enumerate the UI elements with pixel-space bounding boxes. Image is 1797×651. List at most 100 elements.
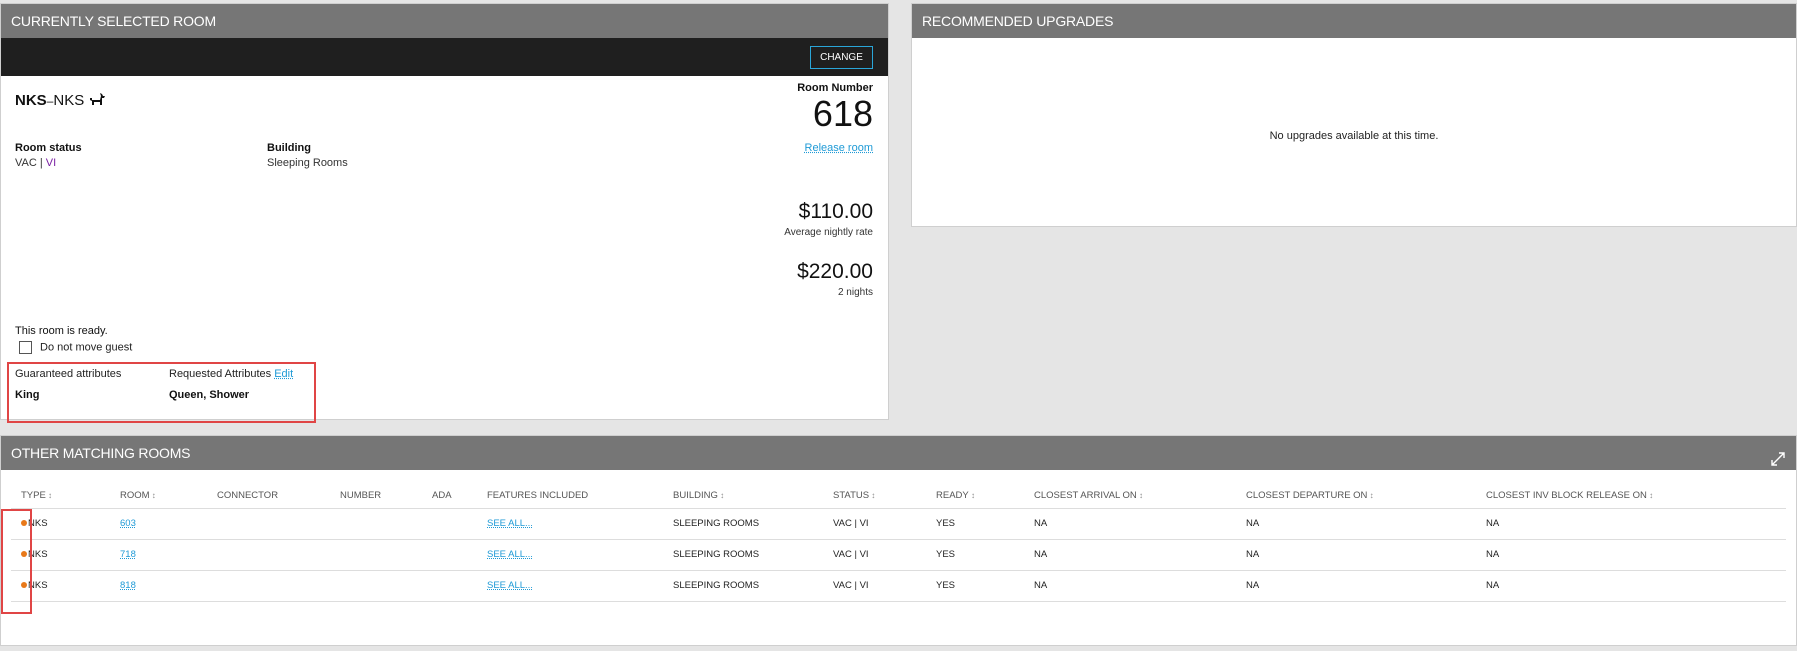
column-header-label: ROOM [120,490,150,502]
release-room-link[interactable]: Release room [805,142,873,154]
cell-release: NA [1476,570,1786,602]
cell-building: SLEEPING ROOMS [663,539,823,571]
cell-ready: YES [926,570,1024,602]
no-upgrades-message: No upgrades available at this time. [1269,130,1439,142]
table-row[interactable]: NKS 818 SEE ALL... SLEEPING ROOMS VAC | VI YE… [11,570,1786,602]
sort-icon[interactable]: ↕ [969,491,975,500]
sort-icon[interactable]: ↕ [869,491,875,500]
column-header-label: BUILDING [673,490,718,502]
see-all-features-link[interactable]: SEE ALL... [487,518,533,529]
table-header-row: TYPE ↕ ROOM ↕ CONNECTOR NUMBER ADA FEATURES I… [11,484,1786,509]
room-status-label: Room status [15,142,82,154]
cell-number [330,539,422,571]
column-header-building[interactable]: BUILDING ↕ [663,484,823,509]
table-row[interactable]: NKS 718 SEE ALL... SLEEPING ROOMS VAC | VI YE… [11,539,1786,571]
column-header-features-included: FEATURES INCLUDED [477,484,663,509]
room-number: 618 [812,93,873,134]
cell-connector [207,570,330,602]
room-status: Room status VAC | VI [15,142,82,169]
cell-arrival: NA [1024,508,1236,540]
panel-header: OTHER MATCHING ROOMS [1,436,1796,470]
do-not-move-checkbox[interactable] [19,341,32,354]
nights-label: 2 nights [837,287,873,298]
panel-title: OTHER MATCHING ROOMS [11,445,191,461]
column-header-label: CLOSEST INV BLOCK RELEASE ON [1486,490,1647,502]
column-header-label: READY [936,490,969,502]
attributes-highlight-box [7,362,316,423]
see-all-features-link[interactable]: SEE ALL... [487,580,533,591]
column-header-room[interactable]: ROOM ↕ [110,484,207,509]
building: Building Sleeping Rooms [267,142,348,169]
currently-selected-room-panel: CURRENTLY SELECTED ROOM CHANGE NKS–NKS R… [0,3,889,420]
column-header-status[interactable]: STATUS ↕ [823,484,926,509]
cell-ada [422,570,477,602]
cell-status: VAC | VI [823,539,926,571]
cell-features: SEE ALL... [477,539,663,571]
cell-room: 603 [110,508,207,540]
cell-arrival: NA [1024,570,1236,602]
column-header-closest-inv-block-release-on[interactable]: CLOSEST INV BLOCK RELEASE ON ↕ [1476,484,1786,509]
sort-icon[interactable]: ↕ [718,491,724,500]
column-header-number: NUMBER [330,484,422,509]
column-header-label: TYPE [21,490,46,502]
sort-icon[interactable]: ↕ [46,491,52,500]
column-header-label: NUMBER [340,490,382,502]
column-header-label: ADA [432,490,452,502]
recommended-upgrades-panel: RECOMMENDED UPGRADES No upgrades availab… [911,3,1797,227]
room-link[interactable]: 818 [120,580,136,591]
table-row[interactable]: NKS 603 SEE ALL... SLEEPING ROOMS VAC | VI YE… [11,508,1786,540]
column-header-ada: ADA [422,484,477,509]
room-link[interactable]: 603 [120,518,136,529]
room-number-block: Room Number 618 Release room [797,82,873,156]
cell-room: 718 [110,539,207,571]
building-label: Building [267,142,311,154]
change-button[interactable]: CHANGE [810,46,873,69]
column-header-closest-arrival-on[interactable]: CLOSEST ARRIVAL ON ↕ [1024,484,1236,509]
cell-ada [422,508,477,540]
cell-features: SEE ALL... [477,508,663,540]
column-header-connector: CONNECTOR [207,484,330,509]
average-rate-label: Average nightly rate [784,227,873,238]
building-value: Sleeping Rooms [267,157,348,169]
matching-rooms-table: TYPE ↕ ROOM ↕ CONNECTOR NUMBER ADA FEATURES I… [11,484,1786,602]
column-header-ready[interactable]: READY ↕ [926,484,1024,509]
table-body: NKS 603 SEE ALL... SLEEPING ROOMS VAC | VI YE… [11,508,1786,602]
cell-status: VAC | VI [823,508,926,540]
expand-icon[interactable] [1770,445,1786,479]
column-header-label: CLOSEST ARRIVAL ON [1034,490,1137,502]
cell-departure: NA [1236,570,1476,602]
room-link[interactable]: 718 [120,549,136,560]
column-header-label: CLOSEST DEPARTURE ON [1246,490,1368,502]
cell-release: NA [1476,539,1786,571]
sort-icon[interactable]: ↕ [1367,491,1374,500]
cell-departure: NA [1236,539,1476,571]
column-header-label: FEATURES INCLUDED [487,490,589,502]
cell-connector [207,508,330,540]
cell-number [330,570,422,602]
ready-text: This room is ready. [15,325,108,337]
cell-departure: NA [1236,508,1476,540]
cell-connector [207,539,330,571]
cell-building: SLEEPING ROOMS [663,508,823,540]
column-header-type[interactable]: TYPE ↕ [11,484,110,509]
cell-release: NA [1476,508,1786,540]
room-status-value: VAC | VI [15,157,57,169]
cell-arrival: NA [1024,539,1236,571]
panel-header: CURRENTLY SELECTED ROOM [1,4,888,38]
see-all-features-link[interactable]: SEE ALL... [487,549,533,560]
sort-icon[interactable]: ↕ [1647,491,1653,500]
sort-icon[interactable]: ↕ [1137,491,1143,500]
cell-room: 818 [110,570,207,602]
type-column-highlight-box [1,509,32,614]
cell-features: SEE ALL... [477,570,663,602]
total-rate: $220.00 [797,260,873,283]
average-rate-block: $110.00 Average nightly rate [784,200,873,238]
do-not-move-row: Do not move guest [19,341,132,354]
cell-number [330,508,422,540]
do-not-move-label: Do not move guest [40,341,133,354]
column-header-closest-departure-on[interactable]: CLOSEST DEPARTURE ON ↕ [1236,484,1476,509]
total-rate-block: $220.00 2 nights [797,260,873,298]
dog-icon [89,92,106,110]
room-type-sub: NKS [53,92,85,109]
sort-icon[interactable]: ↕ [150,491,156,500]
